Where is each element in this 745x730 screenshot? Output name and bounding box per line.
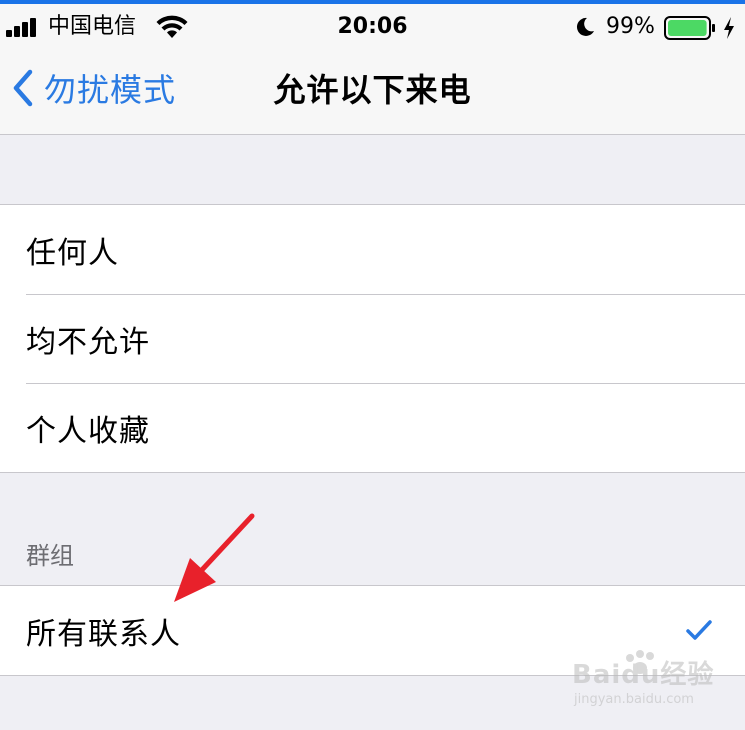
option-label: 任何人 [26, 235, 119, 271]
option-anyone[interactable]: 任何人 [0, 205, 745, 294]
option-label: 个人收藏 [26, 413, 150, 449]
allow-calls-options: 任何人 均不允许 个人收藏 [0, 204, 745, 473]
option-no-one[interactable]: 均不允许 [0, 294, 745, 383]
annotation-arrow-icon [174, 513, 255, 602]
checkmark-icon [686, 620, 712, 640]
status-bar: 中国电信 20:06 99% [0, 4, 745, 44]
battery-icon [664, 16, 715, 40]
section-header-groups: 群组 [26, 542, 74, 570]
option-label: 所有联系人 [26, 616, 181, 652]
watermark-url: jingyan.baidu.com [574, 692, 694, 707]
option-label: 均不允许 [26, 324, 150, 360]
battery-percent: 99% [606, 14, 655, 39]
baidu-watermark: Baidu经验 jingyan.baidu.com [560, 648, 740, 726]
watermark-brand: Baidu经验 [572, 660, 715, 690]
option-favorites[interactable]: 个人收藏 [0, 383, 745, 472]
navigation-bar: 勿扰模式 允许以下来电 [0, 44, 745, 135]
page-title: 允许以下来电 [273, 71, 472, 109]
moon-icon [576, 17, 594, 36]
charging-bolt-icon [724, 17, 734, 39]
